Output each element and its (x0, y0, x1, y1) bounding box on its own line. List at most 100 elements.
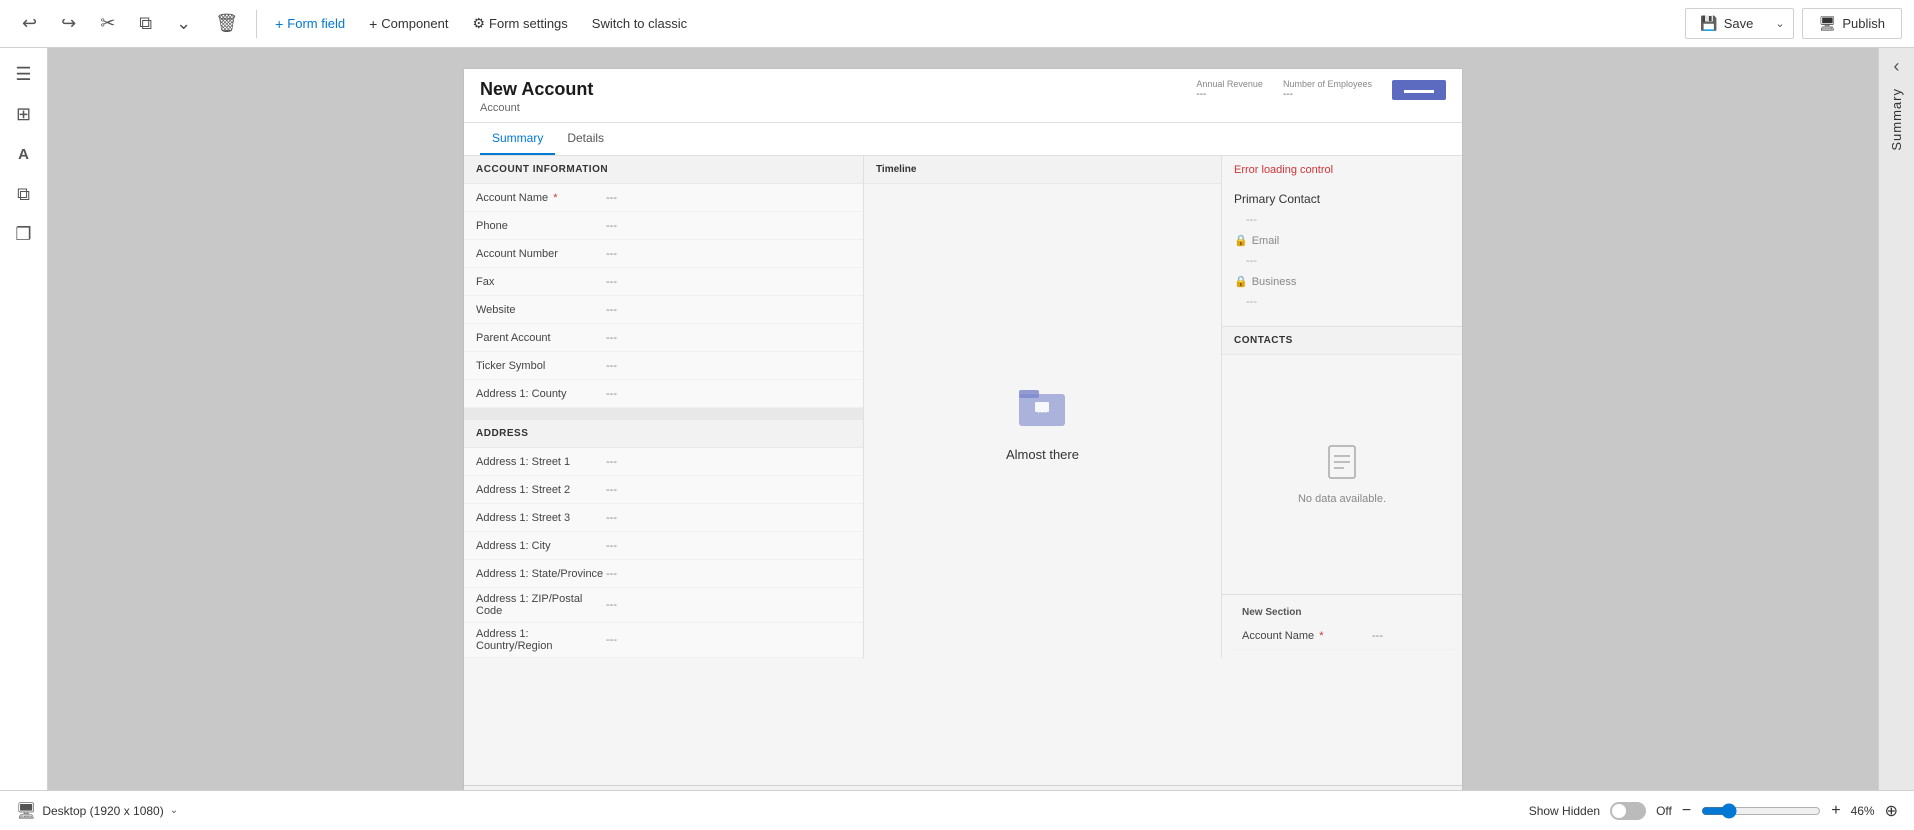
bottom-bar-right: Show Hidden Off − + 46% ⊕ (1529, 801, 1898, 821)
switch-classic-label: Switch to classic (592, 16, 687, 31)
redo-button[interactable]: ↪ (51, 7, 86, 40)
field-label-country: Address 1: Country/Region (476, 628, 606, 652)
cut-button[interactable]: ✂ (90, 7, 125, 40)
monitor-dropdown-icon[interactable]: ⌄ (170, 805, 178, 816)
field-account-name: Account Name * --- (464, 184, 863, 212)
monitor-icon: 🖥 (16, 801, 36, 821)
sidebar-menu-button[interactable]: ☰ (6, 56, 42, 92)
save-icon: 💾 (1700, 15, 1717, 32)
sidebar-text-button[interactable]: A (6, 136, 42, 172)
copy-icon: ⧉ (139, 13, 152, 34)
form-action-button[interactable]: ▬▬▬ (1392, 80, 1446, 100)
field-city: Address 1: City --- (464, 532, 863, 560)
business-label: Business (1252, 276, 1297, 288)
zoom-slider[interactable] (1701, 803, 1821, 819)
num-employees-field: Number of Employees --- (1283, 79, 1372, 100)
field-phone: Phone --- (464, 212, 863, 240)
account-info-header: ACCOUNT INFORMATION (464, 156, 863, 184)
field-value-country: --- (606, 634, 617, 646)
bottom-bar: 🖥 Desktop (1920 x 1080) ⌄ Show Hidden Of… (0, 790, 1914, 830)
contacts-empty: No data available. (1222, 355, 1462, 594)
undo-button[interactable]: ↩ (12, 7, 47, 40)
field-label-city: Address 1: City (476, 540, 606, 552)
field-label-zip: Address 1: ZIP/Postal Code (476, 593, 606, 617)
email-dashes: --- (1234, 253, 1450, 269)
save-dropdown-icon: ⌄ (1775, 18, 1784, 30)
add-component-button[interactable]: + Component (359, 10, 458, 38)
plus-icon: + (275, 16, 283, 32)
field-value-account-name: --- (606, 192, 617, 204)
delete-icon: 🗑 (215, 13, 238, 34)
field-parent-account: Parent Account --- (464, 324, 863, 352)
primary-contact-dashes: --- (1234, 212, 1450, 228)
copy-button[interactable]: ⧉ (129, 7, 162, 40)
field-address-county: Address 1: County --- (464, 380, 863, 408)
num-employees-value: --- (1283, 89, 1372, 100)
sidebar-layers-button[interactable]: ⧉ (6, 176, 42, 212)
new-section-required: * (1319, 630, 1323, 642)
new-section-title: New Section (1230, 603, 1454, 622)
email-label: Email (1252, 235, 1280, 247)
tab-details[interactable]: Details (555, 123, 616, 155)
business-dashes: --- (1234, 294, 1450, 310)
add-form-field-button[interactable]: + Form field (265, 10, 355, 38)
form-settings-label: Form settings (489, 16, 568, 31)
email-icon: 🔒 (1234, 234, 1248, 247)
form-title-group: New Account Account (480, 79, 593, 114)
field-zip: Address 1: ZIP/Postal Code --- (464, 588, 863, 623)
primary-contact-label: Primary Contact (1234, 192, 1450, 206)
form-title: New Account (480, 79, 593, 100)
zoom-increase-icon[interactable]: + (1831, 802, 1840, 820)
field-label-state: Address 1: State/Province (476, 568, 606, 580)
required-star: * (553, 192, 557, 204)
new-section-field-value: --- (1372, 630, 1383, 642)
delete-button[interactable]: 🗑 (205, 7, 248, 40)
form-settings-button[interactable]: ⚙ Form settings (462, 9, 577, 38)
contacts-section: CONTACTS No data available. (1222, 327, 1462, 594)
field-state: Address 1: State/Province --- (464, 560, 863, 588)
fit-icon[interactable]: ⊕ (1885, 801, 1898, 821)
field-country: Address 1: Country/Region --- (464, 623, 863, 658)
form-header: New Account Account Annual Revenue --- N… (464, 69, 1462, 123)
undo-icon: ↩ (22, 13, 37, 34)
toggle-thumb (1612, 804, 1626, 818)
switch-classic-button[interactable]: Switch to classic (582, 10, 697, 37)
cut-icon: ✂ (100, 13, 115, 34)
field-label-fax: Fax (476, 276, 606, 288)
tab-summary[interactable]: Summary (480, 123, 555, 155)
redo-icon: ↪ (61, 13, 76, 34)
zoom-decrease-icon[interactable]: − (1682, 802, 1691, 820)
num-employees-label: Number of Employees (1283, 79, 1372, 89)
field-label-account-number: Account Number (476, 248, 606, 260)
sidebar-grid-button[interactable]: ⊞ (6, 96, 42, 132)
text-icon: A (18, 146, 29, 163)
form-header-top: New Account Account Annual Revenue --- N… (480, 79, 1446, 114)
zoom-level: 46% (1851, 804, 1875, 818)
publish-icon: 🖥 (1819, 15, 1837, 32)
right-sidebar-label: Summary (1889, 88, 1904, 151)
layers-icon: ⧉ (17, 184, 30, 205)
field-value-street1: --- (606, 456, 617, 468)
sidebar-copy-button[interactable]: ❐ (6, 216, 42, 252)
right-sidebar: ‹ Summary (1878, 48, 1914, 830)
field-value-street3: --- (606, 512, 617, 524)
plus-icon-2: + (369, 16, 377, 32)
field-value-city: --- (606, 540, 617, 552)
dropdown-button[interactable]: ⌄ (166, 7, 201, 40)
close-sidebar-icon[interactable]: ‹ (1894, 56, 1900, 76)
save-button[interactable]: 💾 Save (1686, 9, 1767, 38)
business-line: 🔒 Business (1234, 275, 1450, 288)
show-hidden-toggle[interactable] (1610, 802, 1646, 820)
toggle-state-label: Off (1656, 804, 1672, 818)
save-dropdown-button[interactable]: ⌄ (1767, 11, 1792, 36)
primary-contact-section: Primary Contact --- 🔒 Email --- 🔒 Busine… (1222, 184, 1462, 327)
folder-icon: ··· (1017, 380, 1067, 430)
field-label-ticker-symbol: Ticker Symbol (476, 360, 606, 372)
section-divider (464, 408, 863, 420)
almost-there-text: Almost there (1006, 447, 1079, 462)
canvas-area[interactable]: New Account Account Annual Revenue --- N… (48, 48, 1878, 830)
form-body: ACCOUNT INFORMATION Account Name * --- P… (464, 156, 1462, 658)
publish-button[interactable]: 🖥 Publish (1802, 8, 1902, 39)
left-sidebar: ☰ ⊞ A ⧉ ❐ (0, 48, 48, 830)
field-label-website: Website (476, 304, 606, 316)
